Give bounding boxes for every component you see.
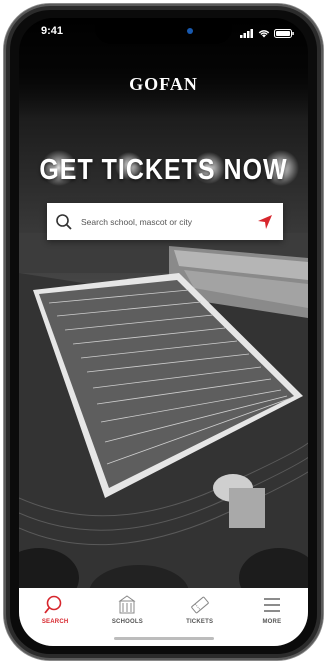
search-icon: [44, 595, 62, 614]
tab-tickets-label: TICKETS: [186, 619, 214, 625]
search-icon: [56, 213, 72, 230]
hero-headline: GET TICKETS NOW: [39, 153, 288, 187]
battery-icon: [274, 25, 294, 43]
wifi-icon: [258, 25, 270, 43]
tab-schools[interactable]: SCHOOLS: [97, 594, 157, 625]
status-bar: 9:41: [19, 18, 308, 44]
ticket-icon: [190, 596, 209, 614]
tab-search-label: SEARCH: [41, 619, 69, 625]
menu-icon: [263, 598, 280, 612]
signal-icon: [240, 25, 254, 43]
tab-search[interactable]: SEARCH: [25, 594, 85, 625]
status-time: 9:41: [41, 25, 64, 37]
search-input[interactable]: Search school, mascot or city: [81, 217, 257, 227]
home-indicator[interactable]: [114, 637, 214, 640]
gofan-logo: GOFAN: [129, 74, 198, 94]
system-icons: [240, 25, 294, 43]
tab-tickets[interactable]: TICKETS: [170, 594, 230, 625]
tab-schools-label: SCHOOLS: [111, 619, 143, 625]
app-screen: 9:41 GOFAN GET TICKETS NOW Search school…: [19, 18, 308, 646]
phone-frame: 9:41 GOFAN GET TICKETS NOW Search school…: [4, 4, 323, 660]
school-building-icon: [118, 595, 136, 614]
tab-more-label: MORE: [262, 619, 282, 625]
phone-bezel: 9:41 GOFAN GET TICKETS NOW Search school…: [10, 10, 317, 654]
tab-more[interactable]: MORE: [242, 594, 302, 625]
search-bar[interactable]: Search school, mascot or city: [47, 203, 283, 240]
location-arrow-icon[interactable]: [257, 214, 273, 230]
